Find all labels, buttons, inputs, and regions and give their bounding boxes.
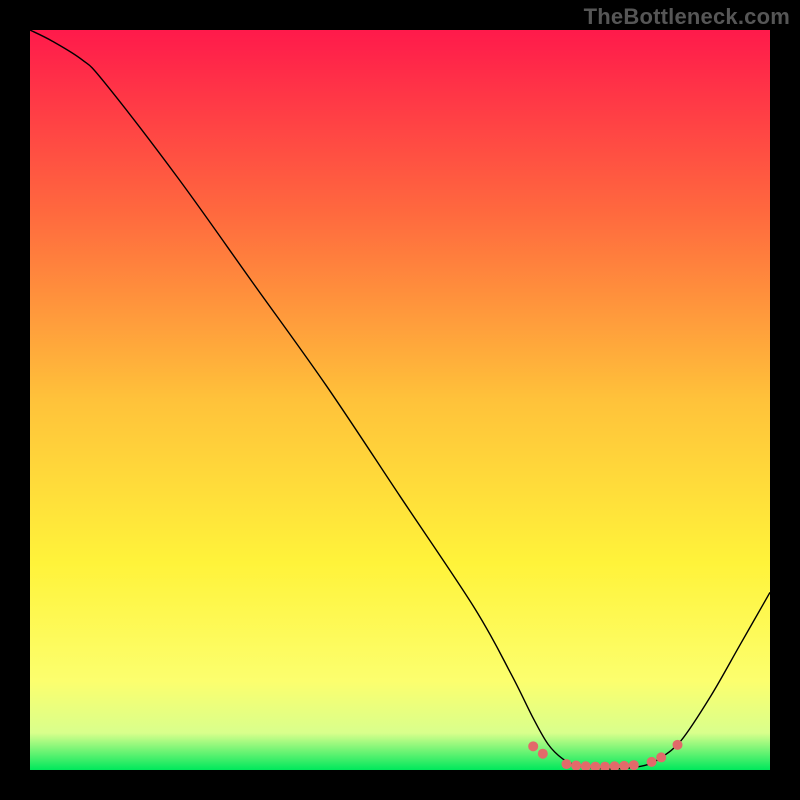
marker-dot [673,740,683,750]
marker-dot [647,757,657,767]
marker-dot [629,760,639,770]
chart-frame: TheBottleneck.com [0,0,800,800]
marker-dot [656,752,666,762]
attribution-text: TheBottleneck.com [584,4,790,30]
marker-dot [562,759,572,769]
chart-svg [30,30,770,770]
marker-dot [538,749,548,759]
chart-background [30,30,770,770]
marker-dot [528,741,538,751]
chart-plot-area [30,30,770,770]
